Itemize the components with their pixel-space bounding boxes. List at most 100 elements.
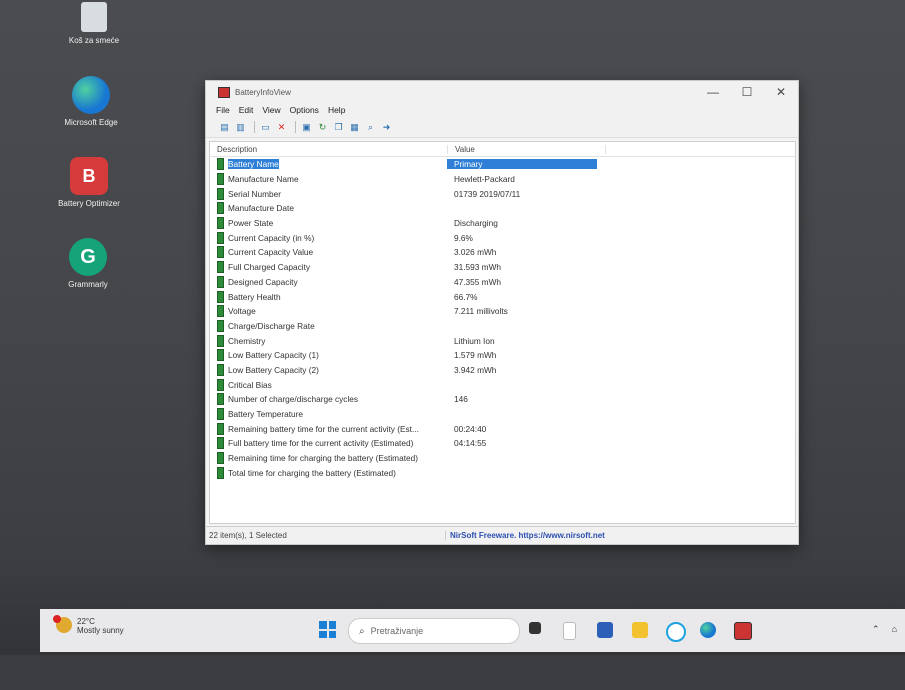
windows-logo-icon [319, 621, 327, 629]
battery-icon [217, 363, 224, 376]
description-text: Full battery time for the current activi… [228, 438, 414, 449]
toolbar-separator [254, 121, 255, 133]
description-text: Manufacture Name [228, 174, 299, 185]
description-cell: Low Battery Capacity (1) [210, 349, 447, 362]
column-header-value[interactable]: Value [448, 144, 606, 154]
list-row[interactable]: Manufacture Date [210, 201, 795, 216]
menu-options[interactable]: Options [290, 105, 319, 115]
task-view-icon[interactable] [529, 622, 541, 634]
description-text: Critical Bias [228, 379, 272, 390]
taskbar: 22°C Mostly sunny ⌕ Pretraživanje ⌃ ⌂ [40, 609, 905, 652]
find-icon[interactable]: ⌕ [364, 121, 377, 133]
copy-icon[interactable]: ❐ [332, 121, 345, 133]
close-button[interactable]: ✕ [764, 85, 798, 99]
desktop-icon-edge[interactable]: Microsoft Edge [46, 76, 136, 127]
list-row[interactable]: Low Battery Capacity (1) 1.579 mWh [210, 348, 795, 363]
list-row[interactable]: Designed Capacity 47.355 mWh [210, 275, 795, 290]
value-cell: 01739 2019/07/11 [454, 188, 521, 199]
desktop-icon-battery-optimizer[interactable]: B Battery Optimizer [44, 157, 134, 208]
list-row[interactable]: Total time for charging the battery (Est… [210, 465, 795, 480]
store-icon[interactable] [597, 622, 613, 638]
battery-icon [217, 231, 224, 244]
list-row[interactable]: Low Battery Capacity (2) 3.942 mWh [210, 363, 795, 378]
list-row[interactable]: Remaining battery time for the current a… [210, 421, 795, 436]
list-row[interactable]: Serial Number 01739 2019/07/11 [210, 186, 795, 201]
description-cell: Low Battery Capacity (2) [210, 363, 447, 376]
list-row[interactable]: Chemistry Lithium Ion [210, 333, 795, 348]
html-report-icon[interactable]: ▦ [348, 121, 361, 133]
weather-widget[interactable]: 22°C Mostly sunny [53, 615, 124, 635]
list-row[interactable]: Critical Bias [210, 377, 795, 392]
list-row[interactable]: Battery Health 66.7% [210, 289, 795, 304]
list-row[interactable]: Current Capacity Value 3.026 mWh [210, 245, 795, 260]
menu-bar: File Edit View Options Help [206, 103, 798, 117]
list-icon[interactable]: ▥ [234, 121, 247, 133]
menu-edit[interactable]: Edit [239, 105, 254, 115]
value-cell: 146 [454, 394, 468, 405]
menu-file[interactable]: File [216, 105, 230, 115]
network-icon[interactable]: ⌂ [892, 624, 897, 635]
value-cell: 3.026 mWh [454, 247, 497, 258]
description-text: Current Capacity Value [228, 247, 314, 258]
battery-info-list[interactable]: Description Value Battery Name Primary Man… [209, 141, 796, 524]
list-row[interactable]: Battery Name Primary [210, 157, 795, 172]
list-row[interactable]: Remaining time for charging the battery … [210, 451, 795, 466]
list-rows: Battery Name Primary Manufacture Name Hewle… [210, 157, 795, 480]
description-cell: Designed Capacity [210, 275, 447, 288]
description-cell: Remaining battery time for the current a… [210, 422, 447, 435]
list-row[interactable]: Voltage 7.211 millivolts [210, 304, 795, 319]
menu-help[interactable]: Help [328, 105, 345, 115]
list-row[interactable]: Full Charged Capacity 31.593 mWh [210, 260, 795, 275]
list-row[interactable]: Battery Temperature [210, 407, 795, 422]
properties-icon[interactable]: ▤ [218, 121, 231, 133]
list-row[interactable]: Current Capacity (in %) 9.6% [210, 230, 795, 245]
desktop-icon-recycle-bin[interactable]: Koš za smeće [49, 2, 139, 45]
delete-icon[interactable]: ✕ [275, 121, 288, 133]
skype-icon[interactable] [666, 622, 686, 642]
file-explorer-icon[interactable] [632, 622, 648, 638]
value-cell: 00:24:40 [454, 423, 487, 434]
column-header-description[interactable]: Description [210, 144, 448, 154]
batteryinfoview-taskbar-icon[interactable] [734, 622, 752, 640]
description-cell: Current Capacity (in %) [210, 231, 447, 244]
file-icon[interactable] [563, 622, 576, 640]
search-icon: ⌕ [359, 625, 365, 637]
window-title: BatteryInfoView [235, 87, 291, 97]
minimize-button[interactable]: — [696, 85, 730, 99]
search-box[interactable]: ⌕ Pretraživanje [348, 618, 520, 644]
desktop-icon-grammarly[interactable]: G Grammarly [43, 238, 133, 289]
start-button[interactable] [319, 621, 336, 638]
edge-taskbar-icon[interactable] [700, 622, 716, 638]
weather-icon [53, 615, 72, 633]
refresh-icon[interactable]: ↻ [316, 121, 329, 133]
maximize-button[interactable]: ☐ [730, 85, 764, 99]
list-row[interactable]: Number of charge/discharge cycles 146 [210, 392, 795, 407]
title-bar[interactable]: BatteryInfoView — ☐ ✕ [206, 81, 798, 103]
save-icon[interactable]: ▣ [300, 121, 313, 133]
menu-view[interactable]: View [262, 105, 280, 115]
list-row[interactable]: Power State Discharging [210, 216, 795, 231]
value-cell: 66.7% [454, 291, 478, 302]
window-icon[interactable]: ▭ [259, 121, 272, 133]
list-header: Description Value [210, 142, 795, 157]
description-text: Battery Name [228, 159, 279, 170]
value-cell: 1.579 mWh [454, 350, 497, 361]
chevron-up-icon[interactable]: ⌃ [872, 624, 880, 635]
battery-icon [217, 305, 224, 318]
description-text: Number of charge/discharge cycles [228, 394, 359, 405]
list-row[interactable]: Manufacture Name Hewlett-Packard [210, 172, 795, 187]
search-placeholder: Pretraživanje [370, 626, 424, 636]
list-row[interactable]: Charge/Discharge Rate [210, 319, 795, 334]
nirsoft-link[interactable]: NirSoft Freeware. https://www.nirsoft.ne… [446, 531, 605, 540]
battery-icon [217, 173, 224, 186]
value-cell: 47.355 mWh [454, 276, 502, 287]
battery-icon [217, 408, 224, 421]
weather-condition: Mostly sunny [77, 626, 124, 635]
list-row[interactable]: Full battery time for the current activi… [210, 436, 795, 451]
exit-icon[interactable]: ➜ [380, 121, 393, 133]
description-text: Full Charged Capacity [228, 262, 311, 273]
battery-icon [217, 437, 224, 450]
description-text: Power State [228, 218, 274, 229]
description-cell: Battery Health [210, 290, 447, 303]
description-text: Voltage [228, 306, 256, 317]
